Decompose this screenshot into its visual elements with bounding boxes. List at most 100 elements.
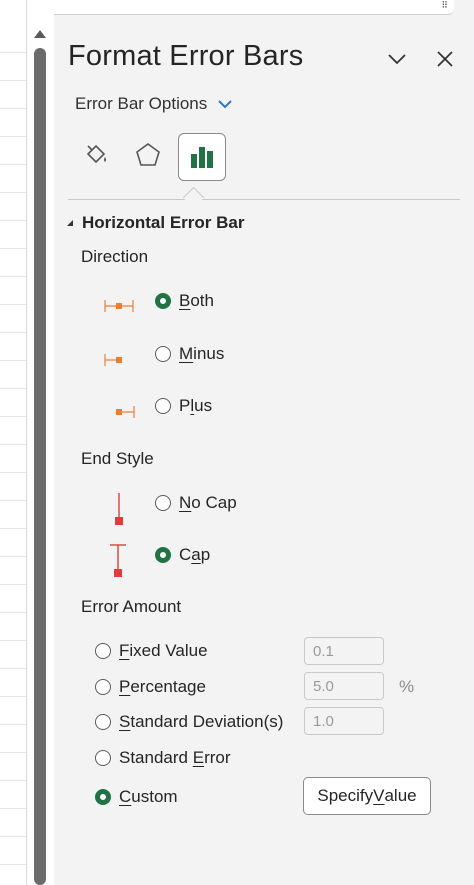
- access-key: E: [192, 748, 205, 767]
- sheet-row-line: [0, 500, 26, 501]
- sheet-row-line: [0, 332, 26, 333]
- bar-chart-options-icon: [191, 147, 213, 168]
- percentage-label: Percentage: [119, 677, 206, 697]
- sheet-row-line: [0, 192, 26, 193]
- fixed-value-option[interactable]: Fixed Value: [95, 641, 208, 661]
- direction-both-radio[interactable]: [155, 293, 171, 309]
- std-error-label: Standard Error: [119, 748, 231, 768]
- sheet-row-line: [0, 444, 26, 445]
- scrollbar[interactable]: [30, 30, 50, 885]
- cap-icon: [110, 544, 126, 577]
- label-rest: ercentage: [130, 677, 206, 696]
- label-pre: Specify: [317, 786, 374, 805]
- tab-divider: [68, 199, 460, 200]
- sheet-row-line: [0, 528, 26, 529]
- tab-error-bar-options[interactable]: [178, 133, 226, 181]
- fill-line-icon: [86, 144, 106, 164]
- custom-option[interactable]: Custom: [95, 787, 178, 807]
- end-style-no-cap-option[interactable]: No Cap: [155, 493, 237, 513]
- no-cap-label: No Cap: [179, 493, 237, 513]
- direction-label: Direction: [81, 247, 149, 266]
- chevron-down-icon: [218, 100, 232, 109]
- sheet-row-line: [0, 836, 26, 837]
- spreadsheet-edge: [0, 0, 27, 885]
- selected-tab-pointer: [182, 186, 205, 209]
- label-pre: C: [179, 545, 192, 564]
- fixed-value-radio[interactable]: [95, 643, 111, 659]
- sheet-row-line: [0, 472, 26, 473]
- sheet-row-line: [0, 752, 26, 753]
- direction-plus-option[interactable]: Plus: [155, 396, 212, 416]
- tab-fill-line[interactable]: [74, 133, 118, 177]
- access-key: P: [119, 677, 131, 696]
- effects-pentagon-icon: [136, 143, 160, 166]
- access-key: a: [191, 545, 201, 564]
- access-key: M: [179, 344, 194, 363]
- ribbon-edge: ⠿: [54, 0, 454, 15]
- ribbon-edge-glyph: ⠿: [441, 0, 448, 10]
- error-bar-options-dropdown[interactable]: Error Bar Options: [75, 94, 233, 114]
- pane-title: Format Error Bars: [68, 40, 304, 72]
- label-rest: oth: [190, 291, 214, 310]
- direction-both-icon: [104, 300, 134, 312]
- label-rest: rror: [204, 748, 231, 767]
- no-cap-radio[interactable]: [155, 495, 171, 511]
- cap-radio[interactable]: [155, 547, 171, 563]
- label-rest: us: [194, 396, 213, 415]
- fixed-value-input[interactable]: 0.1: [304, 637, 384, 665]
- std-error-radio[interactable]: [95, 750, 111, 766]
- sheet-row-line: [0, 248, 26, 249]
- direction-plus-radio[interactable]: [155, 398, 171, 414]
- sheet-row-line: [0, 108, 26, 109]
- tab-effects[interactable]: [126, 133, 170, 177]
- fixed-value-label: Fixed Value: [119, 641, 208, 661]
- sheet-row-line: [0, 80, 26, 81]
- direction-minus-option[interactable]: Minus: [155, 344, 224, 364]
- collapse-triangle-icon: [67, 220, 73, 226]
- horizontal-error-bar-section-header[interactable]: Horizontal Error Bar: [66, 213, 244, 233]
- direction-both-option[interactable]: Both: [155, 291, 214, 311]
- label-pre: P: [179, 396, 191, 415]
- sheet-row-line: [0, 864, 26, 865]
- scroll-thumb[interactable]: [34, 48, 46, 885]
- sheet-row-line: [0, 696, 26, 697]
- direction-plus-icon: [116, 406, 135, 418]
- std-dev-input[interactable]: 1.0: [304, 707, 384, 735]
- percentage-radio[interactable]: [95, 679, 111, 695]
- end-style-cap-option[interactable]: Cap: [155, 545, 210, 565]
- label-rest: inus: [193, 344, 225, 363]
- custom-radio[interactable]: [95, 789, 111, 805]
- chevron-down-icon[interactable]: [386, 48, 408, 70]
- sheet-row-line: [0, 52, 26, 53]
- label-rest: tandard Deviation(s): [130, 712, 284, 731]
- access-key: F: [119, 641, 130, 660]
- std-dev-label: Standard Deviation(s): [119, 712, 283, 732]
- no-cap-icon: [115, 493, 123, 525]
- scroll-up-arrow-icon[interactable]: [34, 30, 46, 38]
- access-key: S: [119, 712, 131, 731]
- direction-both-label: Both: [179, 291, 214, 311]
- std-dev-radio[interactable]: [95, 714, 111, 730]
- access-key: V: [373, 786, 385, 805]
- sheet-row-line: [0, 724, 26, 725]
- sheet-row-line: [0, 276, 26, 277]
- std-dev-option[interactable]: Standard Deviation(s): [95, 712, 283, 732]
- direction-minus-radio[interactable]: [155, 346, 171, 362]
- custom-label: Custom: [119, 787, 178, 807]
- error-amount-label: Error Amount: [81, 597, 182, 616]
- label-rest: ixed Value: [129, 641, 208, 660]
- std-error-option[interactable]: Standard Error: [95, 748, 231, 768]
- sheet-row-line: [0, 416, 26, 417]
- close-icon[interactable]: [434, 48, 456, 70]
- percentage-option[interactable]: Percentage: [95, 677, 206, 697]
- label-rest: p: [200, 545, 211, 564]
- percentage-input[interactable]: 5.0: [304, 672, 384, 700]
- label-rest: alue: [384, 786, 417, 805]
- access-key: B: [179, 291, 191, 310]
- sheet-row-line: [0, 780, 26, 781]
- direction-minus-label: Minus: [179, 344, 224, 364]
- access-key: N: [179, 493, 192, 512]
- specify-value-button[interactable]: Specify Value: [303, 777, 431, 815]
- cap-label: Cap: [179, 545, 210, 565]
- direction-plus-label: Plus: [179, 396, 212, 416]
